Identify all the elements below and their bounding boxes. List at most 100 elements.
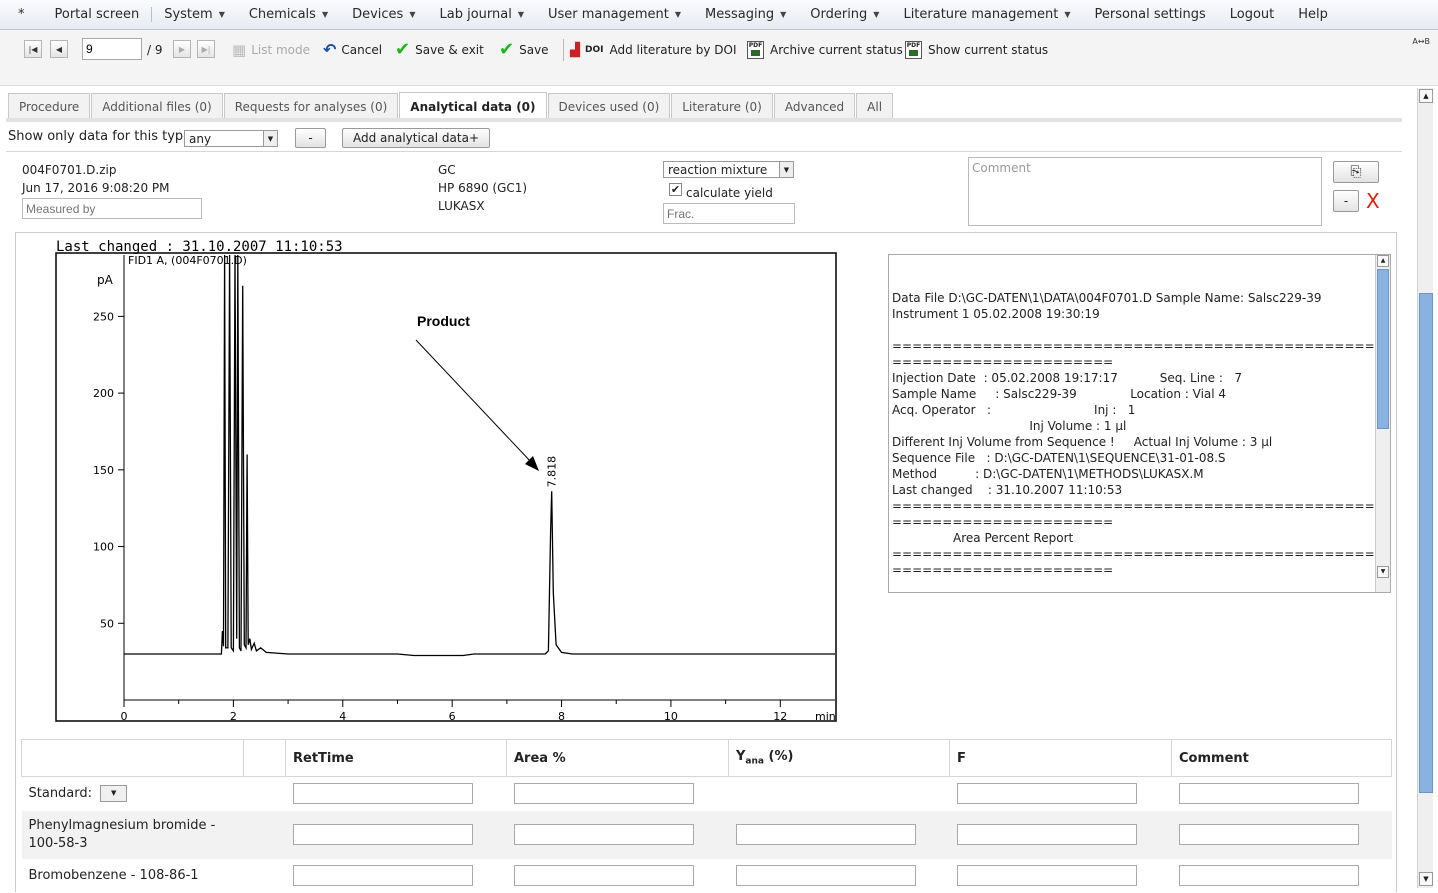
tab-requests-for-analyses[interactable]: Requests for analyses (0) <box>223 93 399 119</box>
comment-textarea[interactable]: Comment <box>968 157 1322 226</box>
tab-advanced[interactable]: Advanced <box>773 93 856 119</box>
standard-area-input[interactable] <box>513 783 694 805</box>
f-input[interactable] <box>956 824 1137 845</box>
menu-user-management[interactable]: User management ▼ <box>536 7 693 22</box>
remove-filter-button[interactable]: - <box>295 128 326 148</box>
rettime-input[interactable] <box>292 824 473 845</box>
first-page-button[interactable]: |◀ <box>24 40 42 58</box>
tab-additional-files[interactable]: Additional files (0) <box>91 93 223 119</box>
scroll-down-icon[interactable]: ▼ <box>1377 566 1389 578</box>
add-literature-doi-button[interactable]: ▟ DOI Add literature by DOI <box>570 39 737 61</box>
chart-doi-icon: ▟ <box>570 42 580 58</box>
standard-comment-input[interactable] <box>1178 783 1359 805</box>
checkmark-icon: ✔ <box>499 39 515 60</box>
remove-data-button[interactable]: - <box>1333 190 1359 212</box>
scroll-up-icon[interactable]: ▲ <box>1419 89 1433 103</box>
tab-analytical-data[interactable]: Analytical data (0) <box>399 92 547 120</box>
x-tick-label: 4 <box>339 710 346 723</box>
standard-f-input[interactable] <box>956 783 1137 805</box>
tab-devices-used[interactable]: Devices used (0) <box>547 93 671 119</box>
file-name[interactable]: 004F0701.D.zip <box>22 163 116 177</box>
menu-devices[interactable]: Devices ▼ <box>340 7 427 22</box>
copy-to-comment-button[interactable]: ⎘ <box>1333 161 1379 183</box>
type-filter-select[interactable]: any ▼ <box>184 130 278 147</box>
analysis-method: GC <box>438 163 456 177</box>
scrollbar-thumb[interactable] <box>1419 293 1433 793</box>
menu-personal-settings[interactable]: Personal settings <box>1082 7 1217 22</box>
y-tick-label: 150 <box>93 464 114 477</box>
pdf-archive-icon: PDF <box>747 41 764 59</box>
swap-icon[interactable]: A↔B <box>1412 37 1430 46</box>
save-exit-button[interactable]: ✔ Save & exit <box>395 39 484 61</box>
chevron-down-icon: ▼ <box>263 131 277 146</box>
tab-all[interactable]: All <box>856 93 894 119</box>
archive-status-button[interactable]: PDF Archive current status <box>747 39 903 61</box>
area-input[interactable] <box>513 865 694 886</box>
compound-label: Bromobenzene - 108-86-1 <box>21 858 244 893</box>
next-page-button[interactable]: ▶ <box>173 40 191 58</box>
menu-help[interactable]: Help <box>1286 7 1340 22</box>
tab-literature[interactable]: Literature (0) <box>671 93 773 119</box>
menu-literature-management[interactable]: Literature management ▼ <box>891 7 1082 22</box>
sample-type-select[interactable]: reaction mixture ▼ <box>663 161 794 178</box>
table-row: Phenylmagnesium bromide - 100-58-3 <box>21 810 1392 859</box>
checkmark-exit-icon: ✔ <box>395 39 411 60</box>
main-menu: * Portal screen System ▼ Chemicals ▼ Devices ▼… <box>0 0 1438 30</box>
y-tick-label: 200 <box>93 387 114 400</box>
report-line <box>892 322 1372 338</box>
add-analytical-data-button[interactable]: Add analytical data+ <box>342 128 490 148</box>
standard-select[interactable]: ▼ <box>100 785 128 803</box>
save-button[interactable]: ✔ Save <box>499 39 549 61</box>
comment-input[interactable] <box>1178 824 1359 845</box>
col-header-spacer <box>243 739 286 777</box>
page-scrollbar[interactable]: ▲ ▼ <box>1417 88 1433 888</box>
grid-icon: ▦ <box>232 40 247 59</box>
cancel-button[interactable]: ↶ Cancel <box>323 39 382 61</box>
area-input[interactable] <box>513 824 694 845</box>
pdf-show-icon: PDF <box>905 41 922 59</box>
list-mode-button[interactable]: ▦ List mode <box>232 39 310 61</box>
menu-chemicals[interactable]: Chemicals ▼ <box>237 7 340 22</box>
report-line: ========================================… <box>892 547 1391 561</box>
menu-system[interactable]: System ▼ <box>151 7 237 22</box>
col-header-yana: Yana (%) <box>728 739 950 777</box>
delete-data-button[interactable]: X <box>1366 189 1380 213</box>
page-number-input[interactable] <box>82 38 142 60</box>
menu-logout[interactable]: Logout <box>1218 7 1287 22</box>
measured-by-input[interactable] <box>22 198 202 219</box>
divider <box>6 151 1402 152</box>
show-status-button[interactable]: PDF Show current status <box>905 39 1048 61</box>
report-scrollbar[interactable]: ▲ ▼ <box>1375 255 1390 592</box>
report-line: ========================================… <box>892 339 1391 353</box>
f-input[interactable] <box>956 865 1137 886</box>
compound-label: Phenylmagnesium bromide - 100-58-3 <box>21 810 244 859</box>
y-axis-label: pA <box>97 273 114 287</box>
scroll-down-icon[interactable]: ▼ <box>1419 872 1433 886</box>
calculate-yield-checkbox[interactable]: ✔ <box>669 183 682 196</box>
chevron-down-icon: ▼ <box>517 10 524 19</box>
report-line: Acq. Operator : Inj : 1 <box>892 403 1136 417</box>
report-line: Sample Name : Salsc229-39 Location : Via… <box>892 387 1227 401</box>
report-textarea[interactable]: Data File D:\GC-DATEN\1\DATA\004F0701.D … <box>888 254 1391 593</box>
previous-page-button[interactable]: ◀ <box>50 40 68 58</box>
peaks-table: RetTime Area % Yana (%) F Comment Standa… <box>21 739 1392 893</box>
x-unit-label: min <box>815 710 836 723</box>
standard-rettime-input[interactable] <box>292 783 473 805</box>
menu-star[interactable]: * <box>0 7 43 22</box>
yana-input[interactable] <box>735 824 916 845</box>
standard-cell: Standard: ▼ <box>21 776 244 811</box>
fraction-input[interactable] <box>663 203 795 224</box>
last-page-button[interactable]: ▶| <box>197 40 215 58</box>
yana-input[interactable] <box>735 865 916 886</box>
menu-portal-screen[interactable]: Portal screen <box>43 7 152 22</box>
scroll-up-icon[interactable]: ▲ <box>1377 255 1389 267</box>
col-header-compound <box>21 739 244 777</box>
rettime-input[interactable] <box>292 865 473 886</box>
menu-ordering[interactable]: Ordering ▼ <box>798 7 891 22</box>
report-scrollbar-thumb[interactable] <box>1377 269 1389 429</box>
x-tick-label: 10 <box>664 710 678 723</box>
menu-lab-journal[interactable]: Lab journal ▼ <box>427 7 536 22</box>
tab-procedure[interactable]: Procedure <box>8 93 91 119</box>
menu-messaging[interactable]: Messaging ▼ <box>693 7 798 22</box>
comment-input[interactable] <box>1178 865 1359 886</box>
